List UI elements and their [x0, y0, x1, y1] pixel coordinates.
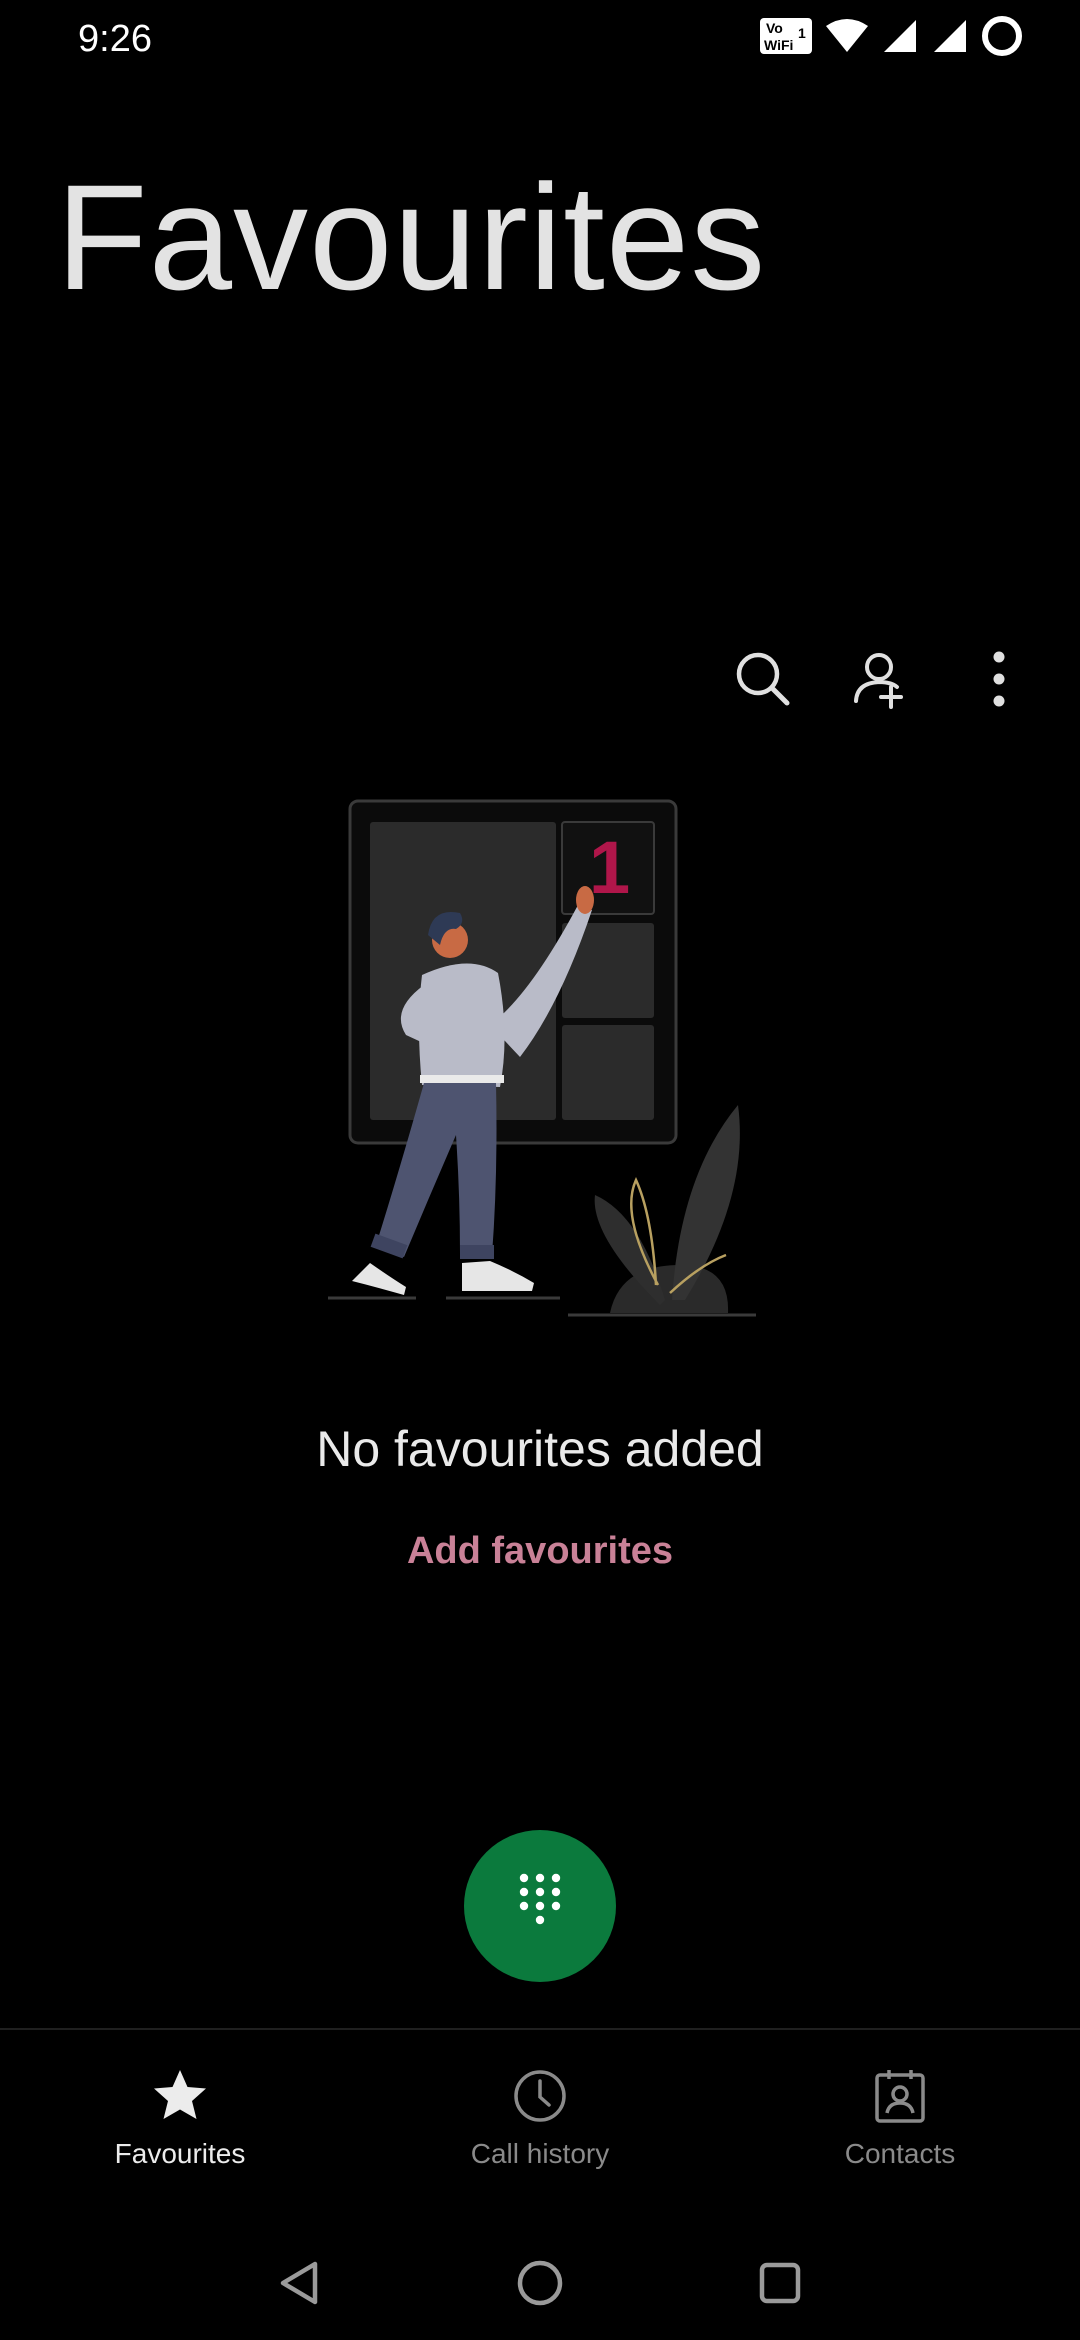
- svg-text:Vo: Vo: [766, 20, 783, 36]
- recents-button[interactable]: [745, 2250, 815, 2320]
- dialpad-icon: [516, 1872, 564, 1941]
- home-button[interactable]: [505, 2250, 575, 2320]
- recents-icon: [755, 2258, 805, 2313]
- dialpad-fab[interactable]: [464, 1830, 616, 1982]
- signal-icon: [930, 16, 970, 61]
- circle-status-icon: [980, 14, 1024, 63]
- page-title: Favourites: [56, 153, 767, 321]
- add-favourites-button[interactable]: Add favourites: [0, 1530, 1080, 1573]
- illustration-number: 1: [589, 826, 630, 909]
- volte-wifi-icon: Vo WiFi 1: [758, 16, 814, 61]
- nav-label-call-history: Call history: [470, 2138, 610, 2169]
- add-contact-button[interactable]: [840, 640, 922, 722]
- toolbar: [722, 640, 1040, 722]
- bottom-navigation: Favourites Call history Contacts: [0, 2030, 1080, 2230]
- svg-text:WiFi: WiFi: [764, 37, 793, 53]
- search-icon: [733, 649, 793, 714]
- clock-icon: [508, 2064, 572, 2128]
- status-icons: Vo WiFi 1: [758, 14, 1024, 63]
- empty-state-message: No favourites added: [316, 1421, 764, 1477]
- svg-text:1: 1: [798, 25, 806, 41]
- add-contact-icon: [851, 649, 911, 714]
- contacts-icon: [868, 2064, 932, 2128]
- status-time: 9:26: [78, 18, 152, 60]
- wifi-icon: [824, 16, 870, 61]
- home-icon: [514, 2257, 566, 2314]
- nav-label-contacts: Contacts: [844, 2138, 956, 2169]
- back-icon: [275, 2258, 325, 2313]
- back-button[interactable]: [265, 2250, 335, 2320]
- empty-state-illustration: 1: [320, 795, 760, 1355]
- signal-icon: [880, 16, 920, 61]
- system-navigation: [0, 2230, 1080, 2340]
- more-options-button[interactable]: [958, 640, 1040, 722]
- nav-contacts[interactable]: Contacts: [720, 2030, 1080, 2230]
- star-icon: [148, 2064, 212, 2128]
- nav-label-favourites: Favourites: [114, 2138, 246, 2169]
- nav-favourites[interactable]: Favourites: [0, 2030, 360, 2230]
- search-button[interactable]: [722, 640, 804, 722]
- more-vert-icon: [989, 649, 1009, 714]
- nav-call-history[interactable]: Call history: [360, 2030, 720, 2230]
